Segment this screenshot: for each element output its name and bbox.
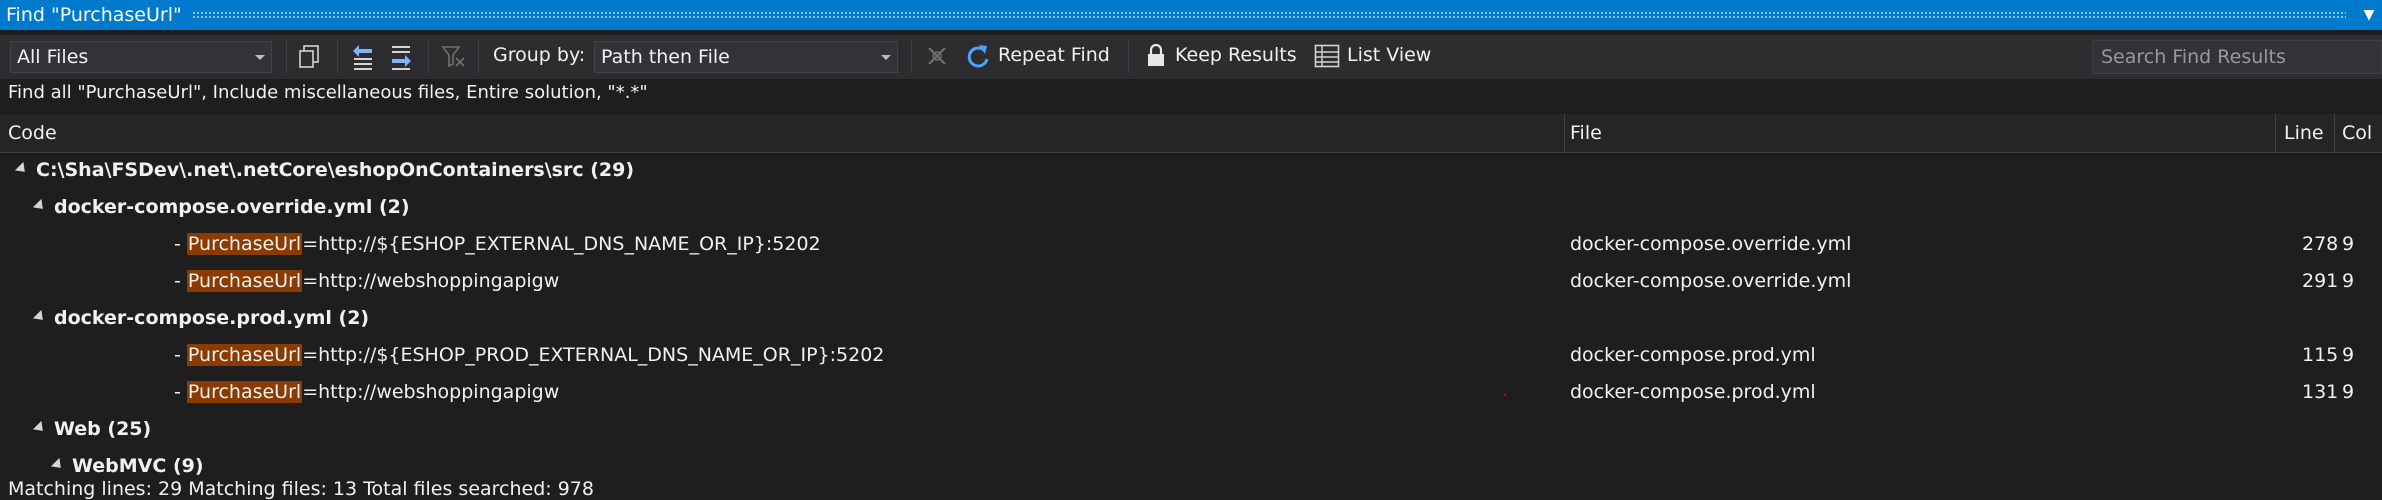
stop-search-icon[interactable] (926, 45, 948, 67)
next-result-icon[interactable] (388, 43, 414, 71)
result-col: 9 (2342, 233, 2355, 255)
group-by-value: Path then File (601, 46, 730, 68)
match-highlight: PurchaseUrl (186, 233, 303, 255)
result-line: 291 (2302, 270, 2339, 292)
scope-dropdown[interactable]: All Files (10, 41, 272, 73)
result-rest: =http://webshoppingapigw (302, 381, 560, 403)
match-highlight: PurchaseUrl (186, 381, 303, 403)
repeat-find-button[interactable]: Repeat Find (998, 44, 1110, 66)
previous-result-icon[interactable] (350, 43, 376, 71)
find-description: Find all "PurchaseUrl", Include miscella… (8, 82, 648, 103)
drag-handle[interactable] (191, 11, 2346, 19)
toolbar-divider (286, 41, 287, 73)
toolbar-divider (478, 41, 479, 73)
chevron-down-icon (881, 55, 891, 60)
scope-value: All Files (17, 46, 89, 68)
result-prefix: - (174, 233, 187, 255)
result-code: - PurchaseUrl=http://webshoppingapigw (174, 270, 559, 292)
tree-node-folder[interactable]: Web (25) (0, 412, 2382, 449)
result-rest: =http://webshoppingapigw (302, 270, 560, 292)
tree-node-file[interactable]: docker-compose.override.yml (2) (0, 190, 2382, 227)
column-header-file[interactable]: File (1570, 122, 1602, 144)
status-bar-text: Matching lines: 29 Matching files: 13 To… (8, 478, 594, 500)
result-file: docker-compose.prod.yml (1570, 381, 1816, 403)
folder-count: (9) (172, 455, 204, 477)
folder-name: WebMVC (72, 455, 167, 477)
result-code: - PurchaseUrl=http://${ESHOP_EXTERNAL_DN… (174, 233, 821, 255)
tree-node-file[interactable]: docker-compose.prod.yml (2) (0, 301, 2382, 338)
result-row[interactable]: - PurchaseUrl=http://${ESHOP_PROD_EXTERN… (0, 338, 2382, 375)
match-highlight: PurchaseUrl (186, 344, 303, 366)
result-prefix: - (174, 270, 187, 292)
column-divider[interactable] (2334, 114, 2335, 152)
column-divider[interactable] (2275, 114, 2276, 152)
result-rest: =http://${ESHOP_EXTERNAL_DNS_NAME_OR_IP}… (302, 233, 821, 255)
column-header-line[interactable]: Line (2284, 122, 2324, 144)
result-row[interactable]: - PurchaseUrl=http://webshoppingapigw do… (0, 264, 2382, 301)
window-menu-dropdown-icon[interactable]: ▼ (2356, 7, 2382, 23)
window-title: Find "PurchaseUrl" (6, 4, 182, 26)
result-row[interactable]: - PurchaseUrl=http://webshoppingapigw do… (0, 375, 2382, 412)
match-highlight: PurchaseUrl (186, 270, 303, 292)
tree-node-label: Web (25) (54, 418, 151, 440)
caret-marker (1504, 394, 1506, 396)
result-code: - PurchaseUrl=http://webshoppingapigw (174, 381, 559, 403)
toolbar-divider (428, 41, 429, 73)
search-results-input[interactable]: Search Find Results (2092, 40, 2382, 74)
column-header-col[interactable]: Col (2342, 122, 2372, 144)
expand-triangle-icon[interactable] (14, 161, 30, 177)
chevron-down-icon (255, 55, 265, 60)
refresh-icon[interactable] (965, 43, 991, 71)
folder-count: (25) (107, 418, 152, 440)
list-view-icon[interactable] (1314, 44, 1340, 68)
result-file: docker-compose.override.yml (1570, 233, 1852, 255)
group-by-dropdown[interactable]: Path then File (594, 41, 898, 73)
expand-triangle-icon[interactable] (32, 420, 48, 436)
result-file: docker-compose.prod.yml (1570, 344, 1816, 366)
tree-node-label: docker-compose.override.yml (2) (54, 196, 410, 218)
toolbar-divider (337, 41, 338, 73)
list-view-button[interactable]: List View (1347, 44, 1431, 66)
result-rest: =http://${ESHOP_PROD_EXTERNAL_DNS_NAME_O… (302, 344, 885, 366)
clear-filter-icon[interactable] (441, 44, 467, 70)
result-line: 278 (2302, 233, 2339, 255)
root-count: (29) (590, 159, 635, 181)
results-header: Code File Line Col (0, 114, 2382, 153)
column-header-code[interactable]: Code (8, 122, 57, 144)
result-col: 9 (2342, 344, 2355, 366)
root-path: C:\Sha\FSDev\.net\.netCore\eshopOnContai… (36, 159, 584, 181)
copy-icon[interactable] (297, 44, 321, 70)
tool-window-titlebar[interactable]: Find "PurchaseUrl" ▼ (0, 0, 2382, 30)
expand-triangle-icon[interactable] (50, 457, 66, 473)
result-file: docker-compose.override.yml (1570, 270, 1852, 292)
file-group-count: (2) (378, 196, 410, 218)
tree-node-label: C:\Sha\FSDev\.net\.netCore\eshopOnContai… (36, 159, 634, 181)
toolbar-divider (911, 41, 912, 73)
toolbar-divider (1128, 41, 1129, 73)
group-by-label: Group by: (493, 44, 586, 66)
expand-triangle-icon[interactable] (32, 198, 48, 214)
search-placeholder: Search Find Results (2101, 46, 2286, 68)
lock-icon[interactable] (1146, 43, 1166, 69)
result-code: - PurchaseUrl=http://${ESHOP_PROD_EXTERN… (174, 344, 884, 366)
folder-name: Web (54, 418, 101, 440)
result-prefix: - (174, 381, 187, 403)
tree-node-label: WebMVC (9) (72, 455, 204, 477)
result-col: 9 (2342, 381, 2355, 403)
toolbar: All Files Group by: Path then File Repea… (0, 35, 2382, 79)
file-group-name: docker-compose.prod.yml (54, 307, 332, 329)
expand-triangle-icon[interactable] (32, 309, 48, 325)
tree-node-label: docker-compose.prod.yml (2) (54, 307, 369, 329)
column-divider[interactable] (1564, 114, 1565, 152)
result-row[interactable]: - PurchaseUrl=http://${ESHOP_EXTERNAL_DN… (0, 227, 2382, 264)
result-line: 115 (2302, 344, 2339, 366)
tree-node-root[interactable]: C:\Sha\FSDev\.net\.netCore\eshopOnContai… (0, 153, 2382, 190)
file-group-count: (2) (338, 307, 370, 329)
keep-results-button[interactable]: Keep Results (1175, 44, 1297, 66)
result-col: 9 (2342, 270, 2355, 292)
result-prefix: - (174, 344, 187, 366)
file-group-name: docker-compose.override.yml (54, 196, 373, 218)
result-line: 131 (2302, 381, 2339, 403)
